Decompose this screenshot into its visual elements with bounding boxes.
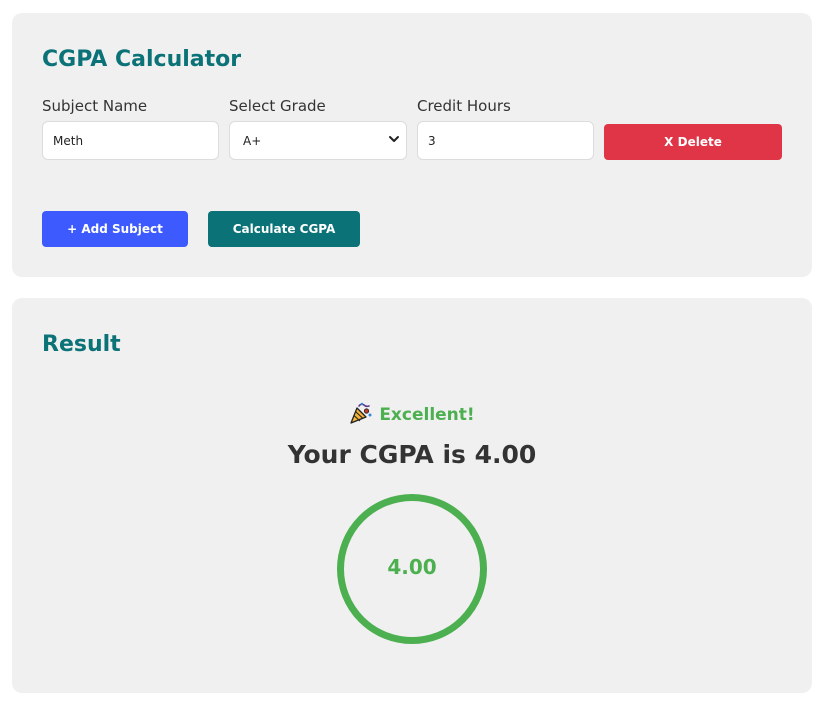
status-text: Excellent! (379, 405, 475, 425)
subject-name-input[interactable] (42, 121, 219, 160)
calculate-cgpa-button[interactable]: Calculate CGPA (208, 211, 360, 247)
credit-hours-label: Credit Hours (417, 97, 511, 115)
calculator-card: CGPA Calculator Subject Name Select Grad… (12, 13, 812, 277)
cgpa-ring-value: 4.00 (387, 555, 437, 579)
party-popper-icon (350, 402, 372, 424)
subject-name-label: Subject Name (42, 97, 148, 115)
grade-select-value: A+ (243, 134, 262, 148)
calculator-title: CGPA Calculator (42, 47, 242, 72)
result-title: Result (42, 332, 121, 357)
cgpa-summary-text: Your CGPA is 4.00 (287, 440, 537, 469)
result-card: Result Excellent! Your CGPA is 4.00 4.00 (12, 298, 812, 693)
add-subject-button[interactable]: + Add Subject (42, 211, 188, 247)
chevron-down-icon (389, 136, 399, 142)
grade-select[interactable]: A+ (229, 121, 407, 160)
result-status: Excellent! (12, 402, 812, 425)
credit-hours-input[interactable] (417, 121, 594, 160)
select-grade-label: Select Grade (229, 97, 326, 115)
delete-subject-button[interactable]: X Delete (604, 124, 782, 160)
cgpa-progress-ring: 4.00 (337, 494, 487, 644)
